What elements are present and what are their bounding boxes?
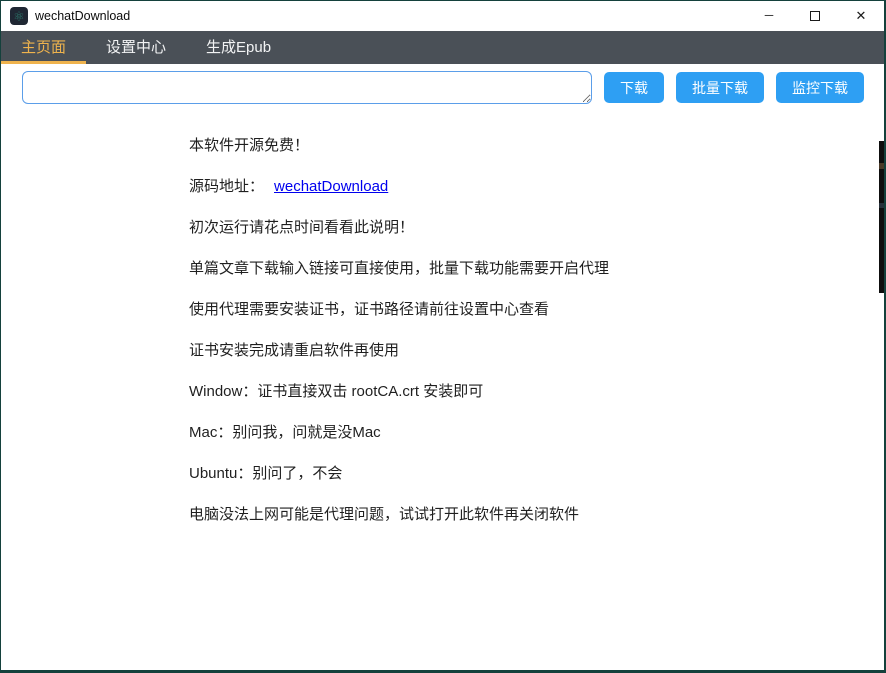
atom-icon: ⚛ — [13, 10, 25, 23]
instruction-line: Window：证书直接双击 rootCA.crt 安装即可 — [189, 381, 844, 402]
tab-main-page[interactable]: 主页面 — [1, 31, 86, 64]
instruction-line: 源码地址： wechatDownload — [189, 176, 844, 197]
instruction-line: Mac：别问我，问就是没Mac — [189, 422, 844, 443]
close-button[interactable]: ✕ — [838, 1, 884, 31]
source-code-link[interactable]: wechatDownload — [274, 178, 388, 195]
maximize-icon — [810, 11, 820, 21]
instruction-line: 电脑没法上网可能是代理问题，试试打开此软件再关闭软件 — [189, 504, 844, 525]
window-controls: ─ ✕ — [746, 1, 884, 31]
batch-download-button[interactable]: 批量下载 — [676, 72, 764, 103]
tab-generate-epub[interactable]: 生成Epub — [186, 31, 291, 64]
background-artifact — [879, 141, 884, 293]
tab-bar: 主页面 设置中心 生成Epub — [1, 31, 884, 64]
instruction-line: 证书安装完成请重启软件再使用 — [189, 340, 844, 361]
tab-label: 生成Epub — [206, 36, 271, 57]
instruction-line: Ubuntu：别问了，不会 — [189, 463, 844, 484]
instruction-line: 单篇文章下载输入链接可直接使用，批量下载功能需要开启代理 — [189, 258, 844, 279]
article-url-input[interactable] — [22, 71, 592, 104]
instruction-line: 初次运行请花点时间看看此说明！ — [189, 217, 844, 238]
source-label: 源码地址： — [189, 178, 264, 195]
tab-label: 设置中心 — [106, 36, 166, 57]
title-bar: ⚛ wechatDownload ─ ✕ — [1, 1, 884, 31]
instruction-line: 本软件开源免费！ — [189, 135, 844, 156]
instruction-line: 使用代理需要安装证书，证书路径请前往设置中心查看 — [189, 299, 844, 320]
tab-label: 主页面 — [21, 36, 66, 57]
app-window: ⚛ wechatDownload ─ ✕ 主页面 设置中心 生成Epub — [0, 0, 886, 673]
maximize-button[interactable] — [792, 1, 838, 31]
instructions-block: 本软件开源免费！ 源码地址： wechatDownload 初次运行请花点时间看看… — [189, 135, 844, 545]
minimize-button[interactable]: ─ — [746, 1, 792, 31]
app-icon: ⚛ — [10, 7, 28, 25]
tab-settings-center[interactable]: 设置中心 — [86, 31, 186, 64]
close-icon: ✕ — [856, 8, 867, 24]
window-title: wechatDownload — [35, 9, 130, 23]
minimize-icon: ─ — [765, 8, 774, 22]
download-toolbar: 下载 批量下载 监控下载 — [22, 71, 864, 104]
monitor-download-button[interactable]: 监控下载 — [776, 72, 864, 103]
download-button[interactable]: 下载 — [604, 72, 664, 103]
